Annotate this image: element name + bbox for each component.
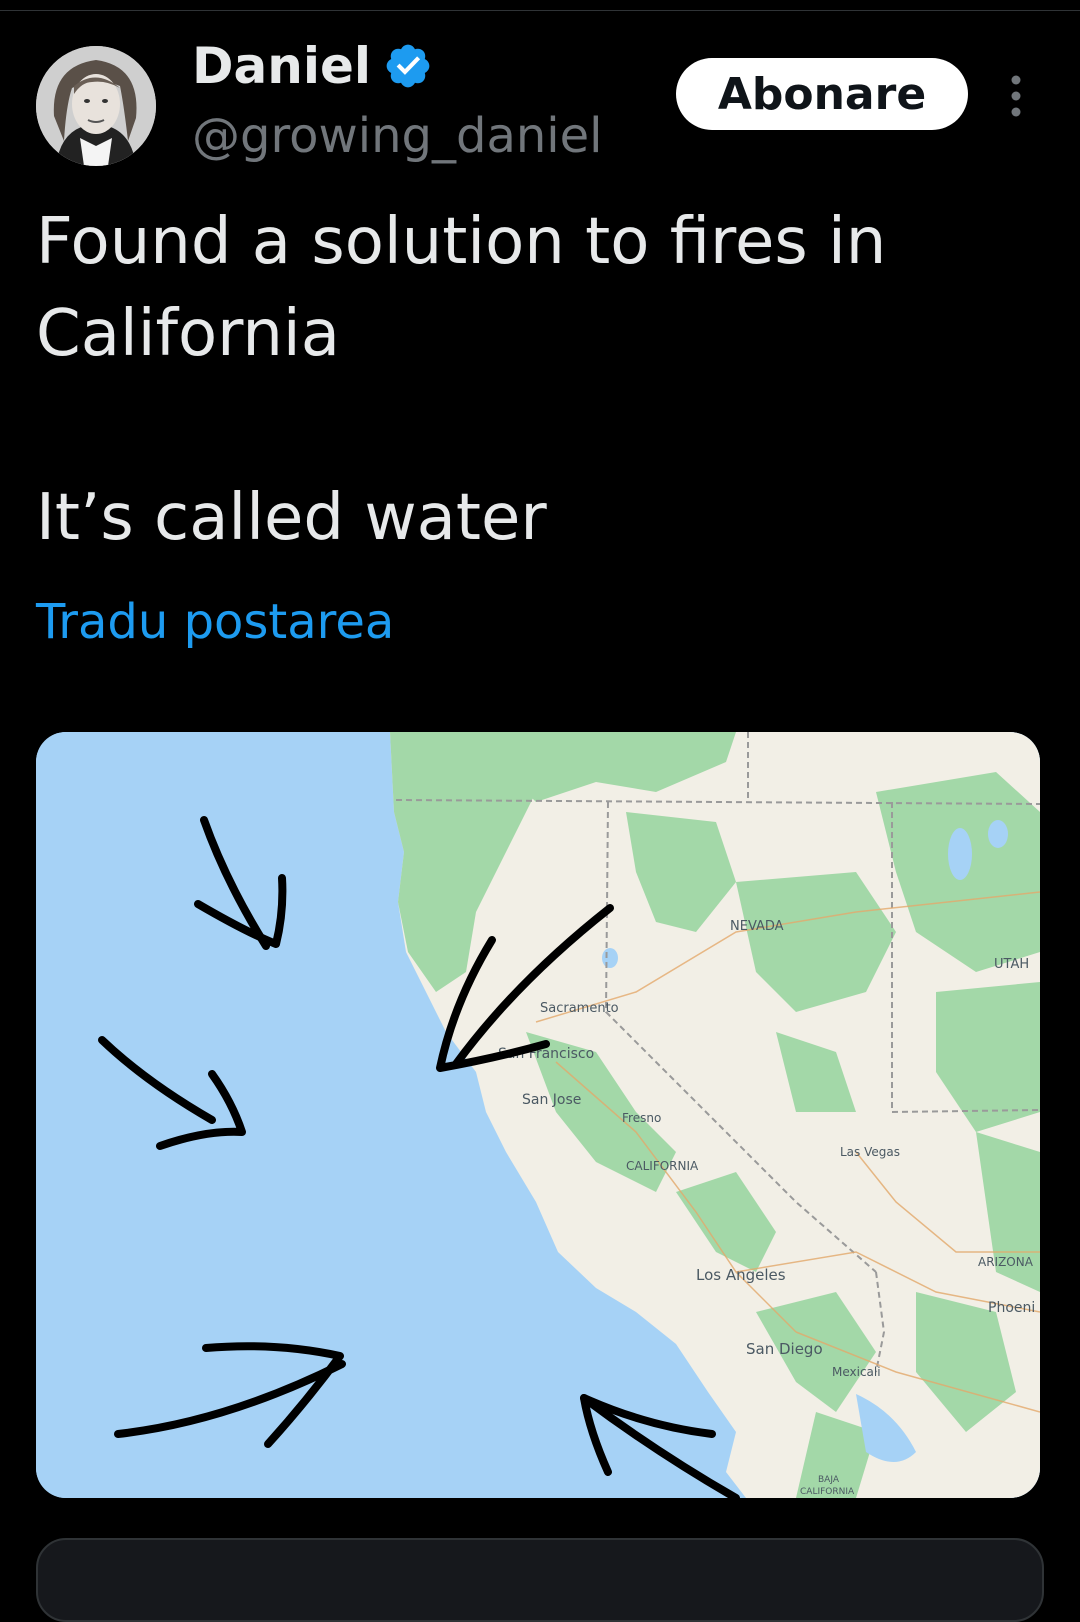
tweet-text-line bbox=[36, 380, 1036, 472]
map-image: NEVADA UTAH Sacramento San Francisco San… bbox=[36, 732, 1040, 1498]
map-label-phoenix: Phoeni bbox=[988, 1300, 1035, 1316]
top-divider bbox=[0, 10, 1080, 11]
tweet-text-line: Found a solution to fires in bbox=[36, 205, 887, 279]
map-label-baja: BAJA bbox=[818, 1475, 840, 1485]
map-label-san-jose: San Jose bbox=[522, 1092, 581, 1108]
map-label-california: CALIFORNIA bbox=[626, 1159, 699, 1173]
map-label-sacramento: Sacramento bbox=[540, 1001, 619, 1016]
map-label-los-angeles: Los Angeles bbox=[696, 1266, 786, 1284]
tweet-text-line: California bbox=[36, 297, 340, 371]
map-label-mexicali: Mexicali bbox=[832, 1365, 881, 1379]
map-label-fresno: Fresno bbox=[622, 1111, 661, 1125]
more-options-icon[interactable] bbox=[1002, 74, 1030, 118]
link-preview-card[interactable] bbox=[36, 1538, 1044, 1622]
verified-badge-icon bbox=[383, 41, 433, 91]
tweet-text-line: It’s called water bbox=[36, 481, 547, 555]
author-handle[interactable]: @growing_daniel bbox=[192, 104, 603, 168]
follow-button[interactable]: Abonare bbox=[676, 58, 968, 130]
map-label-utah: UTAH bbox=[994, 957, 1029, 972]
avatar[interactable] bbox=[36, 46, 156, 166]
map-label-las-vegas: Las Vegas bbox=[840, 1145, 900, 1159]
avatar-image bbox=[36, 46, 156, 166]
map-label-nevada: NEVADA bbox=[730, 919, 784, 934]
author-display-name[interactable]: Daniel bbox=[192, 34, 371, 98]
tweet-media-map[interactable]: NEVADA UTAH Sacramento San Francisco San… bbox=[36, 732, 1040, 1498]
map-label-arizona: ARIZONA bbox=[978, 1255, 1034, 1269]
map-label-baja-california: CALIFORNIA bbox=[800, 1487, 855, 1497]
translate-post-link[interactable]: Tradu postarea bbox=[36, 590, 394, 654]
author-name-row[interactable]: Daniel bbox=[192, 34, 433, 98]
map-label-san-diego: San Diego bbox=[746, 1340, 823, 1358]
tweet-text: Found a solution to fires in California … bbox=[36, 196, 1036, 564]
